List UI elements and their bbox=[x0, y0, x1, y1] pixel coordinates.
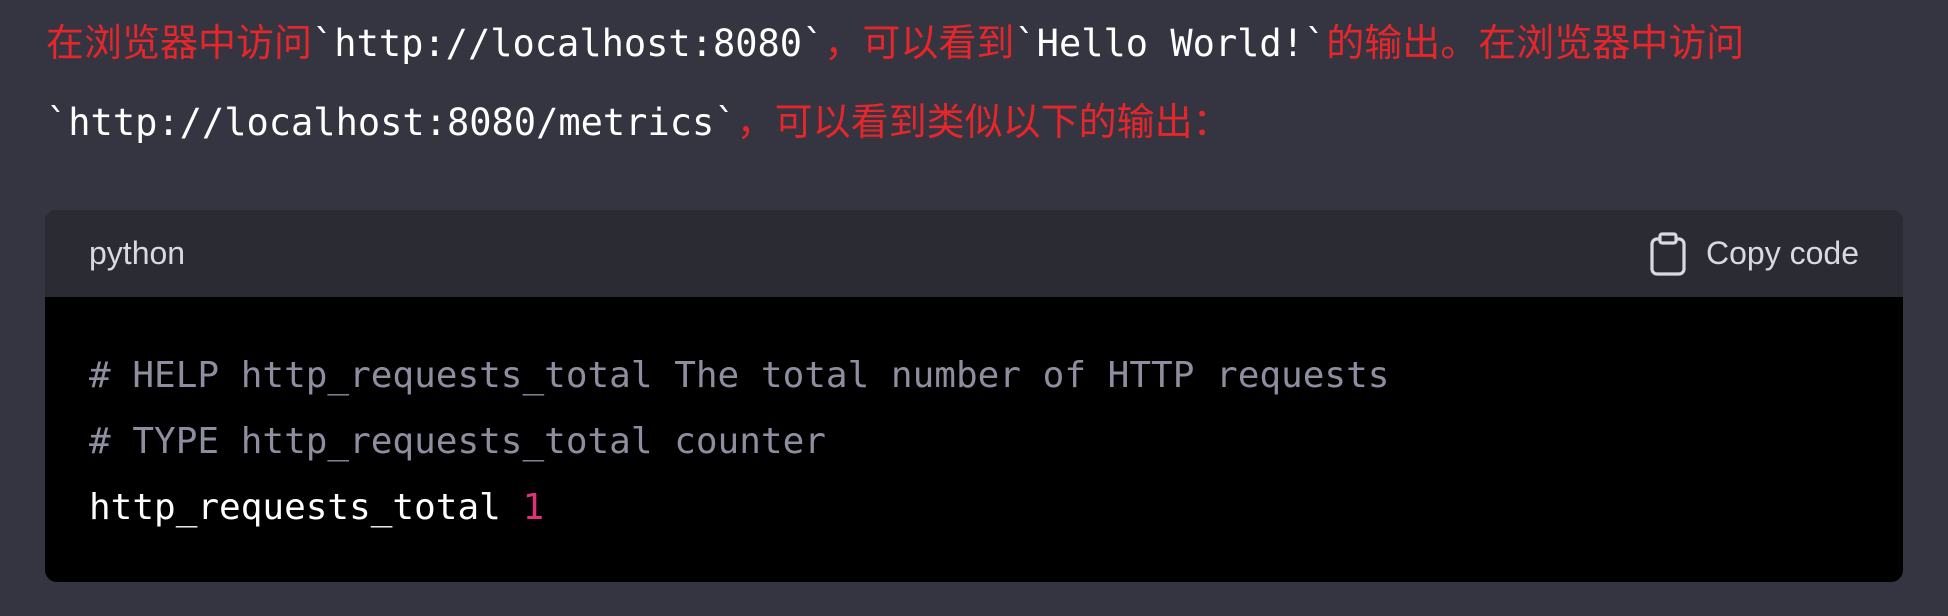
code-block-header: python Copy code bbox=[45, 210, 1903, 297]
metric-value: 1 bbox=[522, 487, 545, 528]
message-text: 的输出。在浏览器中访问 bbox=[1326, 21, 1745, 65]
message-text: 在浏览器中访问 bbox=[46, 21, 313, 65]
inline-code-url: `http://localhost:8080` bbox=[312, 22, 825, 65]
inline-code-hello: `Hello World!` bbox=[1014, 22, 1327, 65]
metric-name: http_requests_total bbox=[89, 487, 501, 528]
clipboard-icon bbox=[1648, 231, 1688, 276]
code-line-metric: http_requests_total 1 bbox=[89, 475, 1859, 541]
code-language-label: python bbox=[89, 235, 186, 271]
inline-code-metrics-url: `http://localhost:8080/metrics` bbox=[46, 101, 737, 144]
copy-code-label: Copy code bbox=[1706, 235, 1859, 271]
code-block: python Copy code # HELP http_requests_to… bbox=[45, 210, 1903, 582]
copy-code-button[interactable]: Copy code bbox=[1648, 231, 1859, 276]
code-content: # HELP http_requests_total The total num… bbox=[45, 297, 1903, 541]
code-line-type: # TYPE http_requests_total counter bbox=[89, 421, 826, 462]
message-text: ，可以看到类似以下的输出： bbox=[736, 100, 1231, 144]
code-line-help: # HELP http_requests_total The total num… bbox=[89, 355, 1390, 396]
message-paragraph: 在浏览器中访问`http://localhost:8080`，可以看到`Hell… bbox=[46, 4, 1906, 162]
message-text: ，可以看到 bbox=[824, 21, 1015, 65]
